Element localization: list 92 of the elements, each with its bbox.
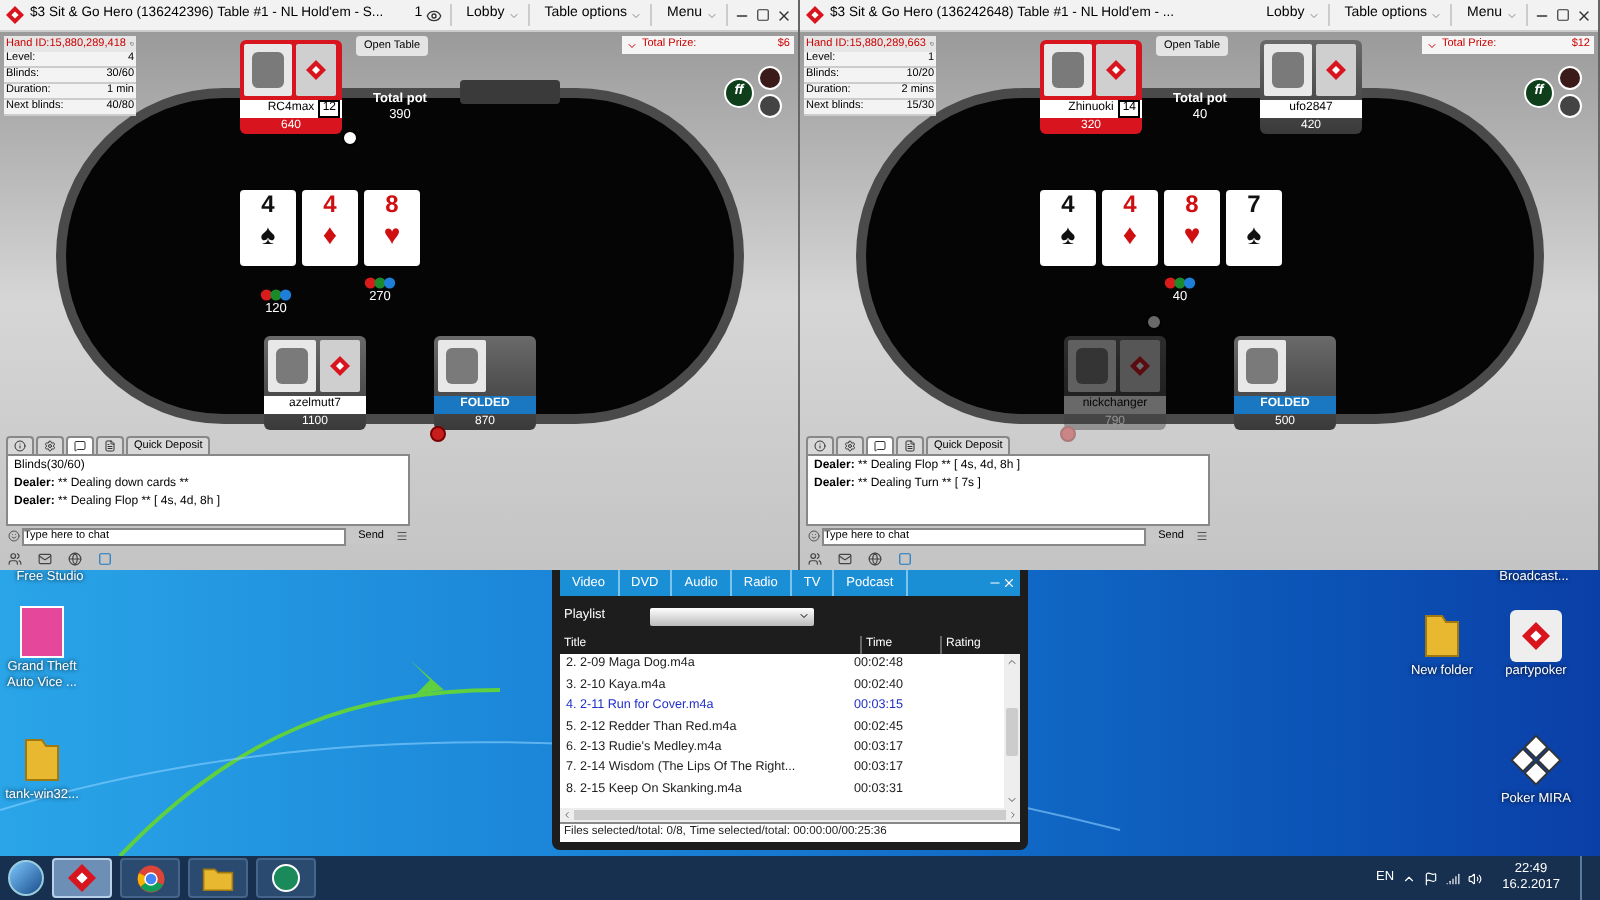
chat-icon xyxy=(874,440,886,452)
avatar-placeholder xyxy=(1264,44,1312,96)
diamond-logo-icon xyxy=(68,864,96,892)
info-icon xyxy=(814,440,826,452)
flag-icon[interactable] xyxy=(1424,871,1439,885)
caret-icon xyxy=(1506,9,1518,21)
globe-icon[interactable] xyxy=(68,551,82,565)
caret-icon xyxy=(508,9,521,21)
info-tab[interactable] xyxy=(6,436,34,454)
caret-icon xyxy=(797,610,810,622)
avatar-placeholder xyxy=(1068,340,1116,392)
menu-icon[interactable] xyxy=(396,530,408,542)
close-icon[interactable] xyxy=(1576,7,1592,23)
notes-icon xyxy=(904,440,916,452)
chat-tab[interactable] xyxy=(866,436,894,454)
players-icon[interactable] xyxy=(808,551,822,565)
volume-icon[interactable] xyxy=(1468,871,1483,885)
signal-icon[interactable] xyxy=(1446,871,1461,885)
diamond-grid-icon xyxy=(1508,734,1564,790)
chat-icon xyxy=(74,440,86,452)
info-icon xyxy=(14,440,26,452)
chat-tab[interactable] xyxy=(66,436,94,454)
chip-stack-icon xyxy=(364,276,396,290)
playing-card: 4 ♦ xyxy=(302,190,358,266)
folder-icon xyxy=(1422,610,1462,662)
notes-tab[interactable] xyxy=(96,436,124,454)
diamond-logo-icon xyxy=(6,6,24,24)
folder-icon xyxy=(22,734,62,786)
settings-tab[interactable] xyxy=(836,436,864,454)
close-icon[interactable] xyxy=(776,7,792,23)
taskbar-app[interactable] xyxy=(188,858,248,898)
playing-card: 4 ♦ xyxy=(1102,190,1158,266)
card-back-icon xyxy=(1326,58,1346,82)
chip-stack-icon xyxy=(260,288,292,302)
eye-icon xyxy=(426,7,443,23)
card-back-icon xyxy=(1106,58,1126,82)
avatar-placeholder xyxy=(1558,94,1582,118)
maximize-icon[interactable] xyxy=(1556,8,1570,22)
notes-icon xyxy=(104,440,116,452)
avatar-placeholder xyxy=(268,340,316,392)
caret-icon xyxy=(706,9,718,21)
scroll-thumb[interactable] xyxy=(574,810,1006,820)
avatar-placeholder xyxy=(1044,44,1092,96)
mail-icon[interactable] xyxy=(838,551,852,565)
caret-icon[interactable] xyxy=(1426,39,1438,51)
players-icon[interactable] xyxy=(8,551,22,565)
diamond-logo-icon xyxy=(1522,620,1550,652)
card-back-icon xyxy=(306,58,326,82)
taskbar-app[interactable] xyxy=(120,858,180,898)
emoji-icon[interactable] xyxy=(8,530,20,542)
playing-card: 7 ♠ xyxy=(1226,190,1282,266)
settings-icon xyxy=(844,440,856,452)
playing-card: 8 ♥ xyxy=(1164,190,1220,266)
scrollbar[interactable] xyxy=(1004,654,1020,808)
menu-icon[interactable] xyxy=(1196,530,1208,542)
dealer-tray xyxy=(460,80,560,104)
playlist-dropdown[interactable] xyxy=(649,607,814,625)
scroll-left-icon[interactable] xyxy=(562,810,572,820)
globe-icon[interactable] xyxy=(868,551,882,565)
caret-icon xyxy=(630,9,643,21)
caret-icon xyxy=(1308,9,1321,21)
horizontal-scrollbar[interactable] xyxy=(560,808,1020,822)
taskbar-app[interactable] xyxy=(256,858,316,898)
caret-icon[interactable] xyxy=(626,39,638,51)
diamond-logo-icon xyxy=(806,6,824,24)
scroll-right-icon[interactable] xyxy=(1008,810,1018,820)
avatar-placeholder xyxy=(438,340,486,392)
scroll-thumb[interactable] xyxy=(1006,707,1018,755)
emoji-icon[interactable] xyxy=(808,530,820,542)
folder-icon xyxy=(202,865,234,891)
avatar-placeholder xyxy=(1238,340,1286,392)
avatar-placeholder xyxy=(1558,66,1582,90)
start-button[interactable] xyxy=(8,860,44,896)
settings-tab[interactable] xyxy=(36,436,64,454)
card-back-icon xyxy=(330,354,350,378)
caret-icon xyxy=(1430,9,1443,21)
playing-card: 8 ♥ xyxy=(364,190,420,266)
notes-tab[interactable] xyxy=(896,436,924,454)
avatar-placeholder xyxy=(758,94,782,118)
settings-icon xyxy=(44,440,56,452)
info-tab[interactable] xyxy=(806,436,834,454)
media-icon xyxy=(272,864,300,892)
avatar-placeholder xyxy=(244,44,292,96)
playing-card: 4 ♠ xyxy=(240,190,296,266)
mail-icon[interactable] xyxy=(38,551,52,565)
card-back-icon xyxy=(1130,354,1150,378)
chip-stack-icon xyxy=(1164,276,1196,290)
browser-icon xyxy=(135,863,165,893)
photo-placeholder xyxy=(20,606,64,658)
avatar-placeholder xyxy=(758,66,782,90)
maximize-icon[interactable] xyxy=(756,8,770,22)
playing-card: 4 ♠ xyxy=(1040,190,1096,266)
